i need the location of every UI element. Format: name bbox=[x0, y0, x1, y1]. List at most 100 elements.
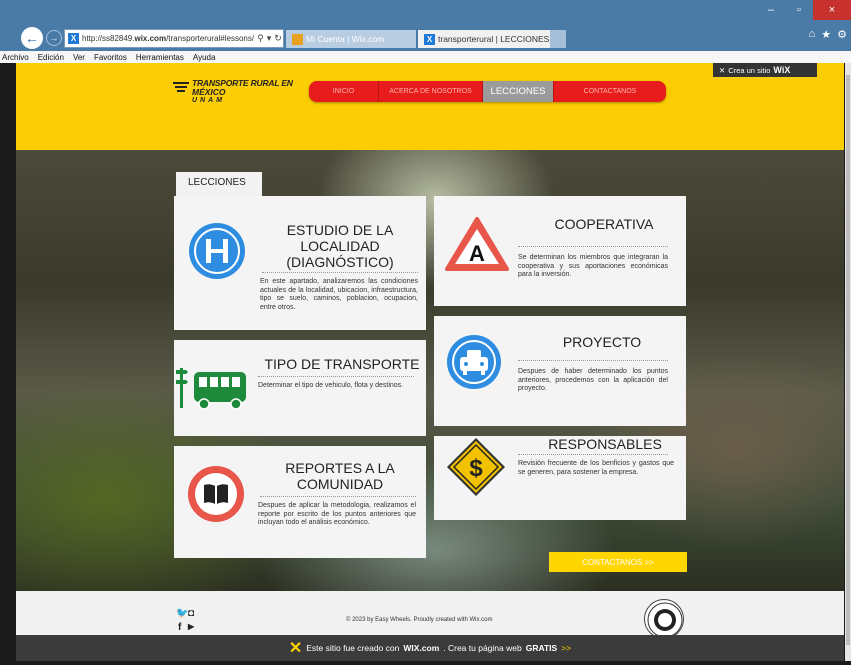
badge-brand: WiX bbox=[773, 65, 791, 75]
copyright-pre: © 2023 by Easy Wheels. Proudly created w… bbox=[346, 617, 468, 623]
browser-chrome: – ▫ × ← → X http://ss82849. wix.com/trans… bbox=[0, 0, 851, 63]
bus-icon bbox=[176, 362, 248, 419]
wix-promo-banner[interactable]: ✕ Este sitio fue creado con WIX.com . Cr… bbox=[16, 635, 844, 661]
youtube-icon[interactable]: ▶ bbox=[188, 622, 194, 631]
wix-create-badge[interactable]: ✕ Crea un sitio WiX bbox=[713, 63, 817, 77]
card-tipo-transporte[interactable]: TIPO DE TRANSPORTE Determinar el tipo de… bbox=[174, 340, 426, 436]
card-description: Revisión frecuente de los benficios y ga… bbox=[518, 460, 674, 476]
divider bbox=[262, 272, 418, 273]
institution-seal-logo bbox=[644, 599, 684, 639]
card-title: REPORTES A LA COMUNIDAD bbox=[285, 460, 395, 492]
logo-stripe bbox=[177, 90, 185, 92]
forward-arrow-icon: → bbox=[49, 33, 59, 43]
section-tab-label: LECCIONES bbox=[176, 172, 262, 201]
card-responsables[interactable]: $ RESPONSABLES Revisión frecuente de los… bbox=[434, 436, 686, 520]
refresh-icon[interactable]: ↻ bbox=[274, 33, 282, 44]
card-description: Se determinan los miembros que integrara… bbox=[518, 254, 668, 278]
svg-text:$: $ bbox=[469, 455, 483, 482]
site-header: TRANSPORTE RURAL EN MÉXICO UNAM INICIO A… bbox=[16, 63, 844, 150]
banner-pre: Este sitio fue creado con bbox=[306, 643, 400, 653]
menu-bar: Archivo Edición Ver Favoritos Herramient… bbox=[0, 51, 851, 63]
card-estudio-localidad[interactable]: ESTUDIO DE LA LOCALIDAD (DIAGNÓSTICO) En… bbox=[174, 196, 426, 330]
search-icon[interactable]: ⚲ bbox=[257, 33, 264, 44]
wix-favicon-icon: X bbox=[68, 33, 79, 44]
tab-favicon-icon bbox=[292, 33, 303, 45]
wix-tab-favicon-icon: X bbox=[424, 33, 435, 45]
section-tab-text: LECCIONES bbox=[188, 177, 246, 188]
menu-ayuda[interactable]: Ayuda bbox=[193, 53, 216, 62]
card-reportes[interactable]: REPORTES A LA COMUNIDAD Despues de aplic… bbox=[174, 446, 426, 558]
nav-acerca[interactable]: ACERCA DE NOSOTROS bbox=[379, 81, 483, 102]
banner-arrow: >> bbox=[561, 643, 572, 653]
divider bbox=[258, 376, 414, 377]
nav-inicio[interactable]: INICIO bbox=[309, 81, 379, 102]
logo-line-2: MÉXICO bbox=[192, 87, 226, 97]
tab-label: Mi Cuenta | Wix.com bbox=[306, 34, 385, 44]
menu-ver[interactable]: Ver bbox=[73, 53, 85, 62]
card-title: PROYECTO bbox=[562, 334, 642, 350]
dropdown-icon[interactable]: ▾ bbox=[267, 33, 272, 44]
dollar-sign-icon: $ bbox=[444, 436, 508, 503]
copyright-text: © 2023 by Easy Wheels. Proudly created w… bbox=[346, 617, 493, 623]
new-tab-button[interactable] bbox=[550, 30, 566, 48]
card-description: Determinar el tipo de vehiculo, flota y … bbox=[258, 382, 404, 389]
address-bar[interactable]: X http://ss82849. wix.com/transporterural… bbox=[64, 29, 284, 48]
menu-archivo[interactable]: Archivo bbox=[2, 53, 29, 62]
main-nav: INICIO ACERCA DE NOSOTROS LECCIONES CONT… bbox=[309, 81, 666, 102]
divider bbox=[260, 496, 416, 497]
twitter-icon[interactable]: 🐦 bbox=[176, 608, 188, 619]
badge-text: Crea un sitio bbox=[728, 65, 771, 75]
contact-button[interactable]: CONTACTANOS >> bbox=[549, 552, 687, 572]
card-proyecto[interactable]: PROYECTO Despues de haber determinado lo… bbox=[434, 316, 686, 426]
site-footer: 🐦 ◘ f ▶ © 2023 by Easy Wheels. Proudly c… bbox=[16, 591, 844, 639]
logo-line-3: UNAM bbox=[192, 97, 225, 104]
favorites-star-icon[interactable]: ★ bbox=[821, 28, 831, 41]
logo-stripe bbox=[175, 86, 187, 88]
facebook-icon[interactable]: f bbox=[178, 622, 181, 633]
tab-lecciones[interactable]: X transporterural | LECCIONES × bbox=[418, 30, 554, 48]
tab-mi-cuenta[interactable]: Mi Cuenta | Wix.com bbox=[286, 30, 416, 48]
menu-favoritos[interactable]: Favoritos bbox=[94, 53, 127, 62]
tab-label: transporterural | LECCIONES bbox=[438, 34, 550, 44]
card-description: En este apartado, analizaremos las condi… bbox=[260, 278, 418, 311]
card-description: Despues de haber determinado los puntos … bbox=[518, 368, 668, 392]
address-pre: http://ss82849. bbox=[82, 34, 135, 43]
nav-lecciones[interactable]: LECCIONES bbox=[483, 81, 554, 102]
address-host: wix.com bbox=[134, 34, 167, 43]
svg-text:A: A bbox=[469, 241, 485, 266]
card-title: COOPERATIVA bbox=[554, 216, 654, 232]
wix-link[interactable]: Wix.com bbox=[470, 617, 493, 623]
banner-cta: GRATIS bbox=[525, 643, 558, 653]
divider bbox=[518, 454, 668, 455]
site-logo[interactable]: TRANSPORTE RURAL EN MÉXICO UNAM bbox=[173, 78, 313, 118]
card-title: TIPO DE TRANSPORTE bbox=[264, 356, 420, 372]
minimize-button[interactable]: – bbox=[757, 0, 785, 20]
page-scrollbar[interactable] bbox=[845, 63, 851, 661]
book-icon bbox=[186, 464, 246, 529]
menu-edicion[interactable]: Edición bbox=[38, 53, 64, 62]
address-post: /transporterural#lessons/ bbox=[166, 34, 255, 43]
card-title: RESPONSABLES bbox=[548, 436, 662, 452]
divider bbox=[518, 246, 668, 247]
close-badge-icon[interactable]: ✕ bbox=[719, 66, 725, 75]
warning-triangle-icon: A bbox=[444, 216, 510, 277]
back-arrow-icon: ← bbox=[25, 30, 39, 46]
banner-brand: WIX.com bbox=[403, 643, 440, 653]
close-window-button[interactable]: × bbox=[813, 0, 851, 20]
maximize-button[interactable]: ▫ bbox=[785, 0, 813, 20]
card-description: Despues de aplicar la metodologia, reali… bbox=[258, 502, 416, 526]
window-controls: – ▫ × bbox=[757, 0, 851, 20]
settings-gear-icon[interactable]: ⚙ bbox=[837, 28, 847, 41]
banner-post: . Crea tu página web bbox=[443, 643, 522, 653]
menu-herramientas[interactable]: Herramientas bbox=[136, 53, 184, 62]
address-controls: ⚲ ▾ ↻ bbox=[254, 33, 282, 44]
card-cooperativa[interactable]: A COOPERATIVA Se determinan los miembros… bbox=[434, 196, 686, 306]
scrollbar-thumb[interactable] bbox=[846, 75, 850, 645]
home-icon[interactable]: ⌂ bbox=[809, 28, 816, 41]
hospital-sign-icon bbox=[188, 222, 246, 285]
divider bbox=[518, 360, 668, 361]
instagram-icon[interactable]: ◘ bbox=[188, 608, 194, 619]
back-button[interactable]: ← bbox=[21, 27, 43, 49]
nav-contactanos[interactable]: CONTACTANOS bbox=[554, 81, 666, 102]
forward-button[interactable]: → bbox=[46, 30, 62, 46]
